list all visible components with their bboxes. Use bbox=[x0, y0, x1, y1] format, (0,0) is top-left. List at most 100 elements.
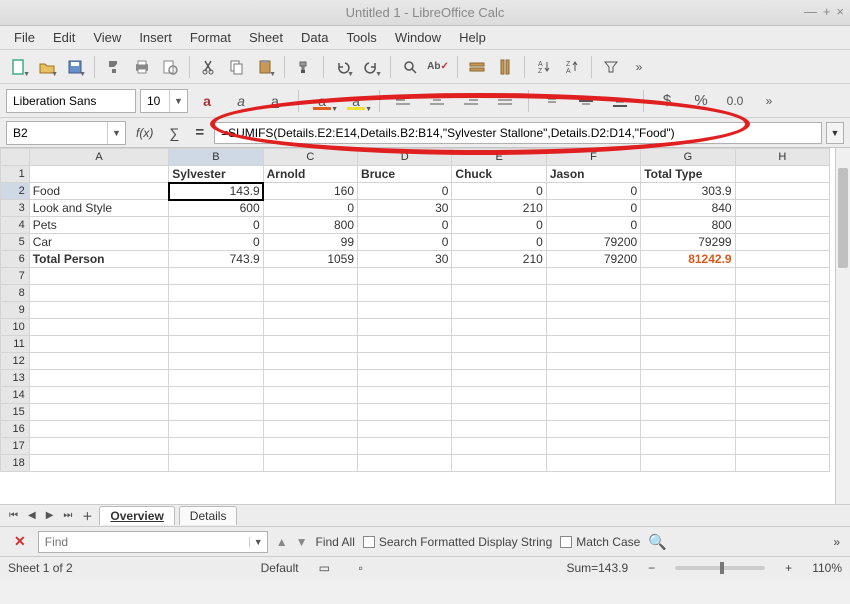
cell-A13[interactable] bbox=[29, 370, 169, 387]
sum-button[interactable]: ∑ bbox=[163, 125, 185, 141]
cell-F13[interactable] bbox=[546, 370, 640, 387]
cell-E5[interactable]: 0 bbox=[452, 234, 546, 251]
maximize-button[interactable]: + bbox=[823, 4, 831, 19]
find-options-button[interactable]: 🔍 bbox=[648, 533, 667, 551]
find-next-button[interactable]: ▼ bbox=[296, 535, 308, 549]
row-header[interactable]: 9 bbox=[1, 302, 30, 319]
cell-D9[interactable] bbox=[358, 302, 452, 319]
row-header[interactable]: 17 bbox=[1, 438, 30, 455]
cell-B2[interactable]: 143.9 bbox=[169, 183, 263, 200]
cell-G14[interactable] bbox=[641, 387, 735, 404]
align-right-button[interactable] bbox=[456, 88, 486, 114]
cell-E8[interactable] bbox=[452, 285, 546, 302]
cell-C10[interactable] bbox=[263, 319, 357, 336]
menu-view[interactable]: View bbox=[85, 27, 129, 48]
cell-B9[interactable] bbox=[169, 302, 263, 319]
cell-H3[interactable] bbox=[735, 200, 829, 217]
cell-F15[interactable] bbox=[546, 404, 640, 421]
cell-A1[interactable] bbox=[29, 166, 169, 183]
cell-C1[interactable]: Arnold bbox=[263, 166, 357, 183]
cell-A11[interactable] bbox=[29, 336, 169, 353]
row-header[interactable]: 6 bbox=[1, 251, 30, 268]
cell-D5[interactable]: 0 bbox=[358, 234, 452, 251]
open-button[interactable]: ▼ bbox=[34, 54, 60, 80]
search-formatted-checkbox[interactable]: Search Formatted Display String bbox=[363, 535, 552, 549]
cell-E9[interactable] bbox=[452, 302, 546, 319]
cell-F8[interactable] bbox=[546, 285, 640, 302]
cell-E4[interactable]: 0 bbox=[452, 217, 546, 234]
cell-H13[interactable] bbox=[735, 370, 829, 387]
font-name-combo[interactable]: ▼ bbox=[6, 89, 136, 113]
cell-H16[interactable] bbox=[735, 421, 829, 438]
underline-button[interactable]: a bbox=[260, 88, 290, 114]
cell-F3[interactable]: 0 bbox=[546, 200, 640, 217]
cell-C15[interactable] bbox=[263, 404, 357, 421]
row-header[interactable]: 12 bbox=[1, 353, 30, 370]
cell-H14[interactable] bbox=[735, 387, 829, 404]
cell-G8[interactable] bbox=[641, 285, 735, 302]
col-header-A[interactable]: A bbox=[29, 149, 169, 166]
cell-C12[interactable] bbox=[263, 353, 357, 370]
cut-button[interactable] bbox=[196, 54, 222, 80]
cell-B18[interactable] bbox=[169, 455, 263, 472]
cell-F4[interactable]: 0 bbox=[546, 217, 640, 234]
name-box[interactable]: ▼ bbox=[6, 121, 126, 145]
cell-E15[interactable] bbox=[452, 404, 546, 421]
cell-B11[interactable] bbox=[169, 336, 263, 353]
col-header-H[interactable]: H bbox=[735, 149, 829, 166]
italic-button[interactable]: a bbox=[226, 88, 256, 114]
cell-G10[interactable] bbox=[641, 319, 735, 336]
formula-input[interactable] bbox=[214, 122, 822, 144]
close-find-button[interactable]: ✕ bbox=[10, 533, 30, 550]
column-button[interactable] bbox=[492, 54, 518, 80]
row-header[interactable]: 18 bbox=[1, 455, 30, 472]
status-selection-mode[interactable]: ▫ bbox=[359, 561, 379, 575]
cell-B6[interactable]: 743.9 bbox=[169, 251, 263, 268]
cell-D3[interactable]: 30 bbox=[358, 200, 452, 217]
find-button[interactable] bbox=[397, 54, 423, 80]
cell-G16[interactable] bbox=[641, 421, 735, 438]
cell-E2[interactable]: 0 bbox=[452, 183, 546, 200]
cell-B10[interactable] bbox=[169, 319, 263, 336]
cell-G1[interactable]: Total Type bbox=[641, 166, 735, 183]
row-header[interactable]: 10 bbox=[1, 319, 30, 336]
cell-G12[interactable] bbox=[641, 353, 735, 370]
cell-A17[interactable] bbox=[29, 438, 169, 455]
col-header-E[interactable]: E bbox=[452, 149, 546, 166]
sheet-tab-overview[interactable]: Overview bbox=[99, 506, 174, 525]
cell-E7[interactable] bbox=[452, 268, 546, 285]
formula-accept-button[interactable]: = bbox=[189, 124, 210, 141]
cell-D18[interactable] bbox=[358, 455, 452, 472]
add-sheet-button[interactable]: ＋ bbox=[79, 508, 95, 523]
cell-H17[interactable] bbox=[735, 438, 829, 455]
cell-H2[interactable] bbox=[735, 183, 829, 200]
cell-E17[interactable] bbox=[452, 438, 546, 455]
cell-G7[interactable] bbox=[641, 268, 735, 285]
undo-button[interactable]: ▼ bbox=[330, 54, 356, 80]
align-justify-button[interactable] bbox=[490, 88, 520, 114]
vertical-scrollbar[interactable] bbox=[835, 148, 850, 504]
cell-F5[interactable]: 79200 bbox=[546, 234, 640, 251]
col-header-D[interactable]: D bbox=[358, 149, 452, 166]
cell-H18[interactable] bbox=[735, 455, 829, 472]
cell-H12[interactable] bbox=[735, 353, 829, 370]
cell-F17[interactable] bbox=[546, 438, 640, 455]
menu-file[interactable]: File bbox=[6, 27, 43, 48]
cell-E11[interactable] bbox=[452, 336, 546, 353]
cell-A12[interactable] bbox=[29, 353, 169, 370]
cell-B14[interactable] bbox=[169, 387, 263, 404]
cell-D10[interactable] bbox=[358, 319, 452, 336]
status-sum[interactable]: Sum=143.9 bbox=[566, 561, 628, 575]
cell-D16[interactable] bbox=[358, 421, 452, 438]
row-header[interactable]: 3 bbox=[1, 200, 30, 217]
cell-A16[interactable] bbox=[29, 421, 169, 438]
export-pdf-button[interactable] bbox=[101, 54, 127, 80]
cell-H8[interactable] bbox=[735, 285, 829, 302]
cell-G18[interactable] bbox=[641, 455, 735, 472]
cell-H10[interactable] bbox=[735, 319, 829, 336]
menu-edit[interactable]: Edit bbox=[45, 27, 83, 48]
cell-C18[interactable] bbox=[263, 455, 357, 472]
select-all-corner[interactable] bbox=[1, 149, 30, 166]
row-header[interactable]: 1 bbox=[1, 166, 30, 183]
cell-G6[interactable]: 81242.9 bbox=[641, 251, 735, 268]
